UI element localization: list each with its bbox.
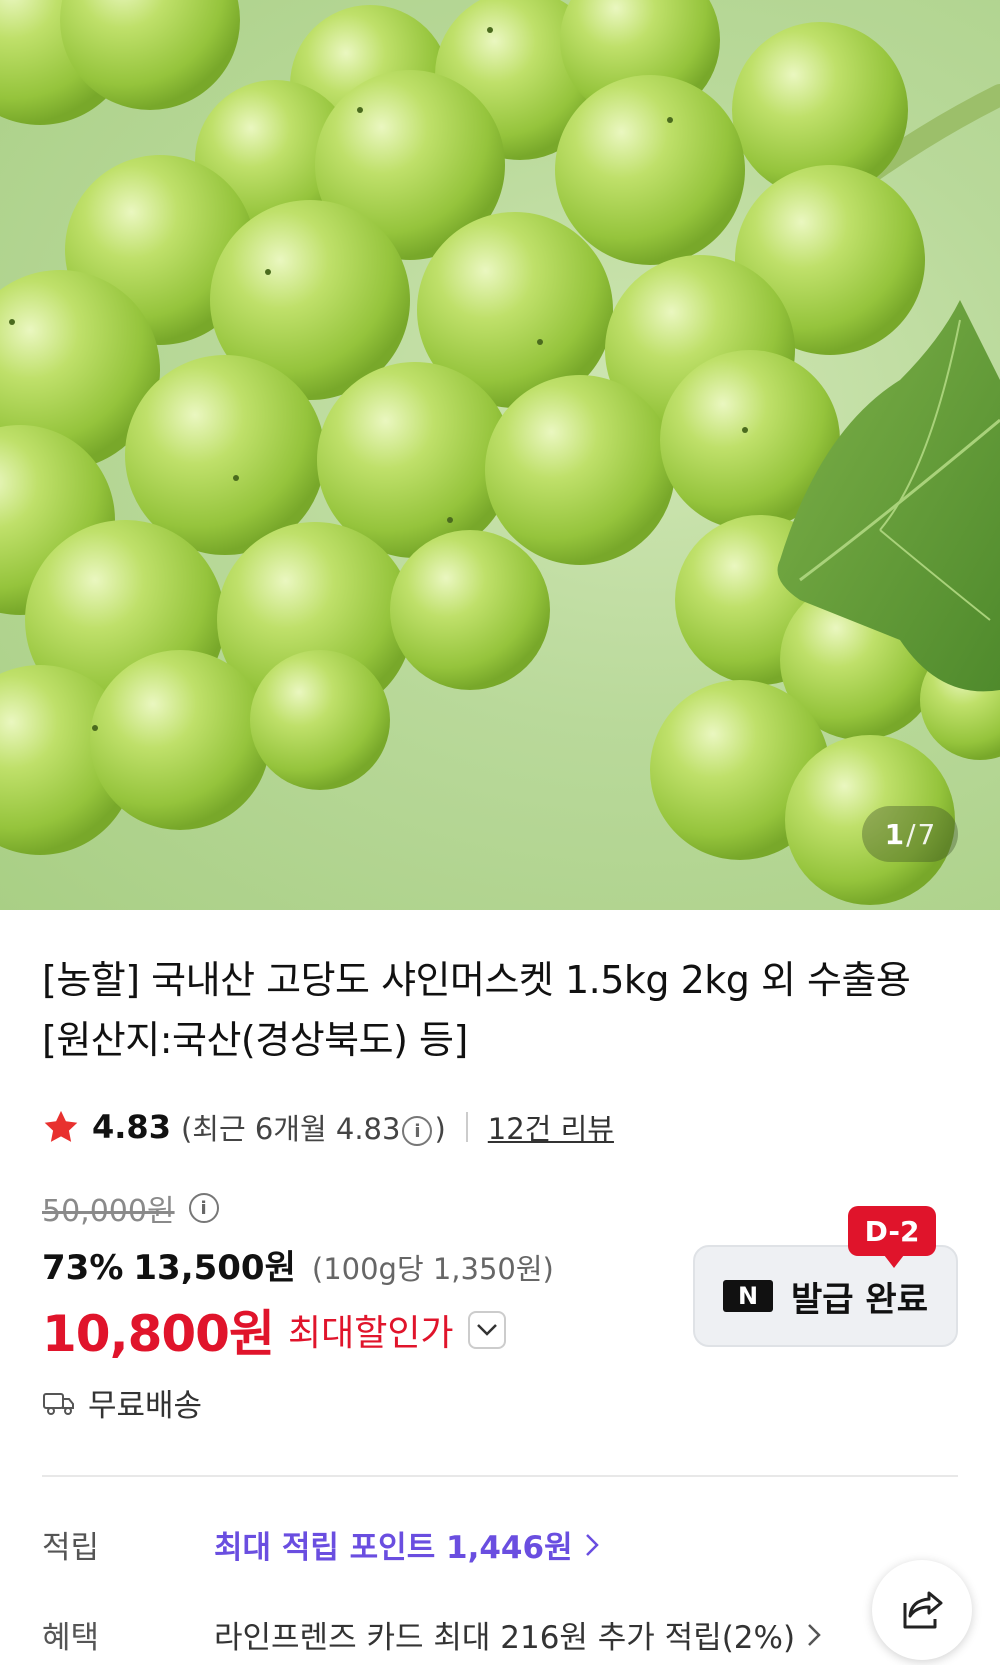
share-button[interactable] xyxy=(872,1560,972,1660)
max-discount-row: 10,800원 최대할인가 xyxy=(42,1294,506,1366)
chevron-right-icon xyxy=(585,1533,599,1556)
max-discount-label: 최대할인가 xyxy=(287,1313,454,1354)
coupon-status: 발급 완료 xyxy=(791,1279,928,1320)
product-image[interactable]: 1 / 7 xyxy=(0,0,1000,910)
max-discount-price: 10,800원 xyxy=(42,1305,275,1363)
pager-current: 1 xyxy=(884,817,905,851)
image-pager: 1 / 7 xyxy=(862,806,958,862)
sale-price-row: 73% 13,500원 (100g당 1,350원) xyxy=(42,1240,554,1289)
perks-text: 라인프렌즈 카드 최대 216원 추가 적립(2%) xyxy=(214,1620,796,1656)
rating-recent: (최근 6개월 4.83 i) xyxy=(181,1106,446,1148)
pager-separator: / xyxy=(906,817,916,851)
rating-recent-close: ) xyxy=(434,1112,446,1146)
shipping-row: 무료배송 xyxy=(42,1380,202,1425)
unit-price: (100g당 1,350원) xyxy=(311,1252,554,1286)
naver-logo-icon: N xyxy=(723,1280,774,1312)
sale-price: 13,500원 xyxy=(133,1248,296,1288)
points-row[interactable]: 적립 최대 적립 포인트 1,446원 xyxy=(42,1522,599,1567)
perks-row[interactable]: 혜택 라인프렌즈 카드 최대 216원 추가 적립(2%) xyxy=(42,1612,821,1657)
shipping-label: 무료배송 xyxy=(88,1388,203,1424)
points-value[interactable]: 최대 적립 포인트 1,446원 xyxy=(214,1522,599,1567)
original-price-row: 50,000원 i xyxy=(42,1186,221,1230)
points-key: 적립 xyxy=(42,1530,100,1566)
original-price: 50,000원 xyxy=(42,1194,175,1229)
dday-badge: D-2 xyxy=(848,1206,936,1268)
reviews-link[interactable]: 12건 리뷰 xyxy=(488,1106,614,1148)
chevron-down-icon xyxy=(476,1324,497,1336)
discount-percent: 73% xyxy=(42,1248,124,1288)
price-info-icon[interactable]: i xyxy=(188,1193,219,1223)
rating-score: 4.83 xyxy=(92,1108,171,1146)
share-icon xyxy=(903,1591,943,1629)
points-text: 최대 적립 포인트 1,446원 xyxy=(214,1530,573,1566)
divider xyxy=(465,1112,468,1142)
perks-key: 혜택 xyxy=(42,1620,100,1656)
section-divider xyxy=(42,1475,958,1477)
rating-recent-text: (최근 6개월 4.83 xyxy=(180,1112,401,1146)
coupon-button[interactable]: N 발급 완료 xyxy=(693,1245,958,1347)
perks-value[interactable]: 라인프렌즈 카드 최대 216원 추가 적립(2%) xyxy=(214,1612,821,1657)
product-title: [농할] 국내산 고당도 샤인머스켓 1.5kg 2kg 외 수출용 [원산지:… xyxy=(42,958,911,1062)
pager-total: 7 xyxy=(917,817,936,851)
info-icon[interactable]: i xyxy=(402,1116,433,1146)
grapes-illustration xyxy=(0,0,1000,905)
rating-row: 4.83 (최근 6개월 4.83 i) 12건 리뷰 xyxy=(42,1102,614,1152)
expand-price-button[interactable] xyxy=(467,1311,506,1349)
chevron-right-icon xyxy=(808,1623,821,1646)
truck-icon xyxy=(43,1392,74,1415)
star-icon xyxy=(44,1110,78,1142)
